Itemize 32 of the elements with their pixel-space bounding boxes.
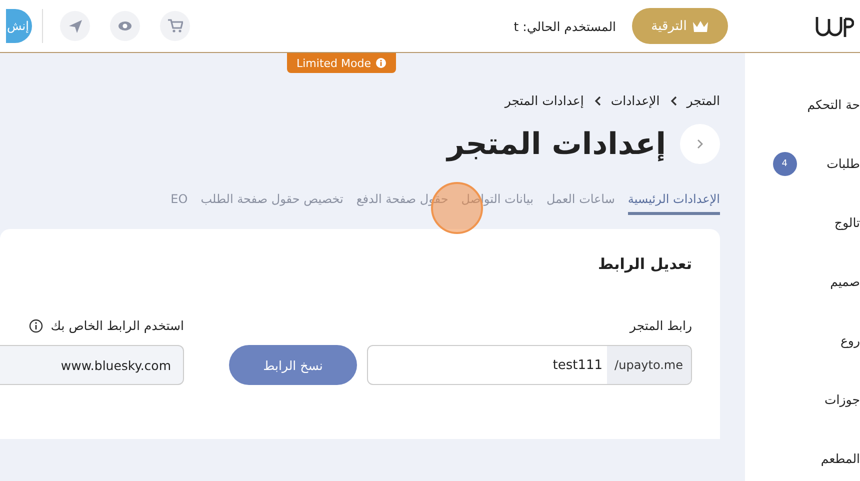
- current-user-label: المستخدم الحالي: t: [514, 18, 616, 34]
- chevron-icon: [670, 96, 677, 106]
- tab[interactable]: الإعدادات الرئيسية: [628, 188, 720, 215]
- copy-link-button[interactable]: نسخ الرابط: [229, 345, 357, 385]
- send-icon[interactable]: [60, 11, 90, 41]
- breadcrumb-item: إعدادات المتجر: [504, 93, 584, 108]
- field-value: test111: [552, 358, 604, 372]
- sidebar-item[interactable]: روع: [840, 333, 860, 348]
- chevron-icon: [594, 96, 601, 106]
- breadcrumb-item[interactable]: المتجر: [686, 93, 720, 108]
- field-label: استخدم الرابط الخاص بك: [50, 318, 184, 333]
- store-link-field[interactable]: test111 /upayto.me: [367, 345, 692, 385]
- sidebar-item[interactable]: جوزات: [824, 392, 860, 407]
- cart-icon[interactable]: [160, 11, 190, 41]
- count-badge: 4: [772, 152, 797, 176]
- breadcrumb-item[interactable]: الإعدادات: [610, 93, 660, 108]
- info-icon: [376, 58, 386, 68]
- sidebar-item[interactable]: طلبات: [826, 156, 860, 171]
- custom-link-field[interactable]: www.bluesky.com: [0, 345, 184, 385]
- sidebar-item[interactable]: تالوج: [834, 215, 860, 230]
- page-title: إعدادات المتجر: [447, 126, 666, 162]
- limited-mode-badge: Limited Mode: [286, 53, 396, 73]
- card-title: تعديل الرابط: [597, 255, 692, 273]
- sidebar-item[interactable]: حة التحكم: [807, 97, 860, 112]
- crown-icon: [692, 20, 709, 32]
- sidebar-item[interactable]: صميم: [830, 274, 860, 289]
- url-prefix: /upayto.me: [606, 346, 691, 384]
- field-label: رابط المتجر: [628, 318, 692, 333]
- info-icon: [28, 318, 43, 332]
- eye-icon[interactable]: [110, 11, 140, 41]
- chevron-icon: [696, 139, 704, 149]
- sidebar-item[interactable]: المطعم: [820, 451, 860, 466]
